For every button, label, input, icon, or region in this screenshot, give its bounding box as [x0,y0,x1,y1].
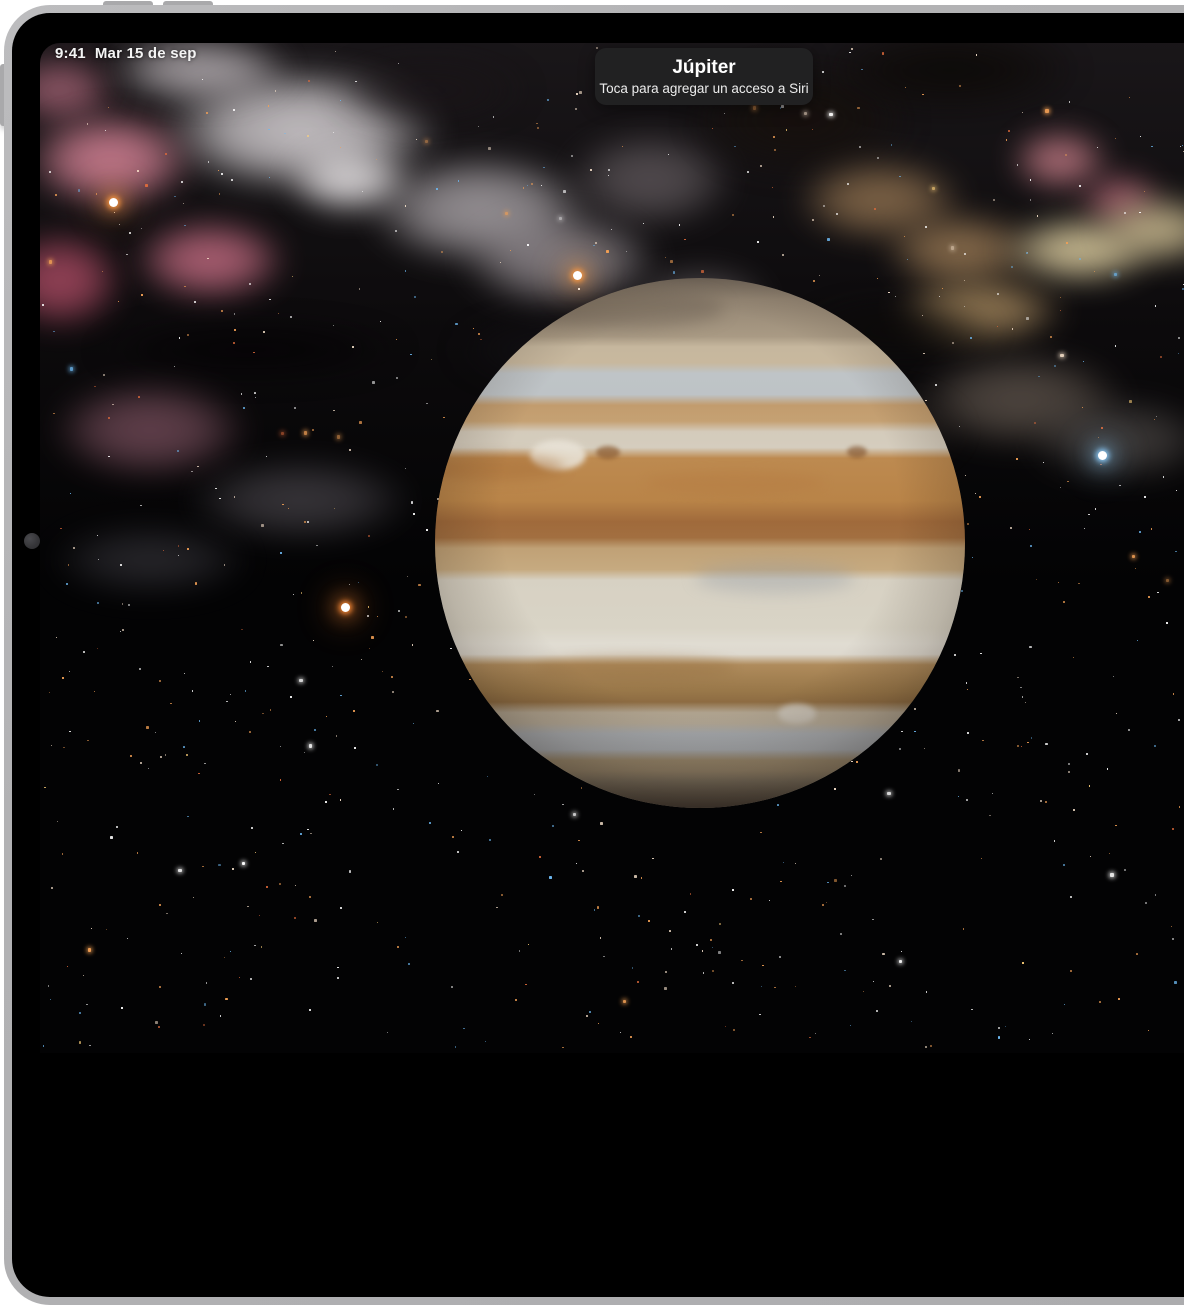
siri-suggestion-banner[interactable]: Júpiter Toca para agregar un acceso a Si… [595,48,813,105]
front-camera-icon [24,533,40,549]
status-time: 9:41 [55,45,86,62]
planet-bottom-shading [435,278,965,808]
banner-subtitle: Toca para agregar un acceso a Siri [599,81,808,97]
bezel: 9:41 Mar 15 de sep Júpiter Toca para agr… [12,13,1184,1297]
device-frame: 9:41 Mar 15 de sep Júpiter Toca para agr… [4,5,1184,1305]
bright-star [109,198,118,207]
status-bar: 9:41 Mar 15 de sep [55,45,197,62]
banner-title: Júpiter [672,57,735,79]
bright-star [573,271,582,280]
status-date: Mar 15 de sep [95,45,197,62]
planet-jupiter[interactable] [435,278,965,808]
bright-star [1098,451,1107,460]
bright-star [341,603,350,612]
screen[interactable]: 9:41 Mar 15 de sep Júpiter Toca para agr… [40,43,1184,1053]
